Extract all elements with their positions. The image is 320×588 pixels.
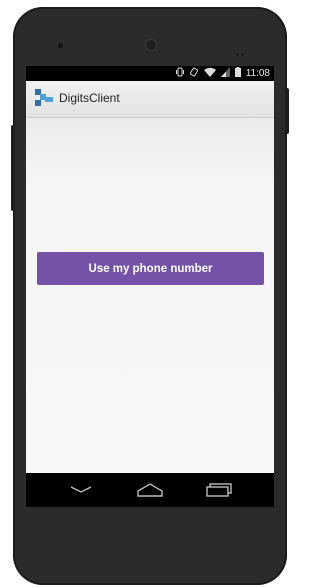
app-bar: DigitsClient [26,81,274,118]
app-title: DigitsClient [59,91,120,105]
device-screen: 11:08 DigitsClient Use my phone number [26,66,274,507]
power-button [285,88,289,134]
proximity-sensors [236,43,246,56]
vibrate-icon [175,67,184,80]
status-bar: 11:08 [26,66,274,81]
signal-icon [220,67,230,80]
navigation-bar [26,473,274,507]
home-icon[interactable] [130,479,170,501]
earpiece-speaker [146,40,156,50]
recents-icon[interactable] [199,479,239,501]
use-phone-number-button[interactable]: Use my phone number [37,252,264,285]
wifi-icon [203,67,216,80]
volume-buttons [11,125,15,211]
status-time: 11:08 [245,68,270,79]
front-camera [58,43,63,48]
main-content: Use my phone number [26,118,274,473]
rotation-icon [189,67,199,80]
digits-logo-icon [35,89,53,107]
back-icon[interactable] [61,479,101,501]
battery-icon [234,67,241,80]
